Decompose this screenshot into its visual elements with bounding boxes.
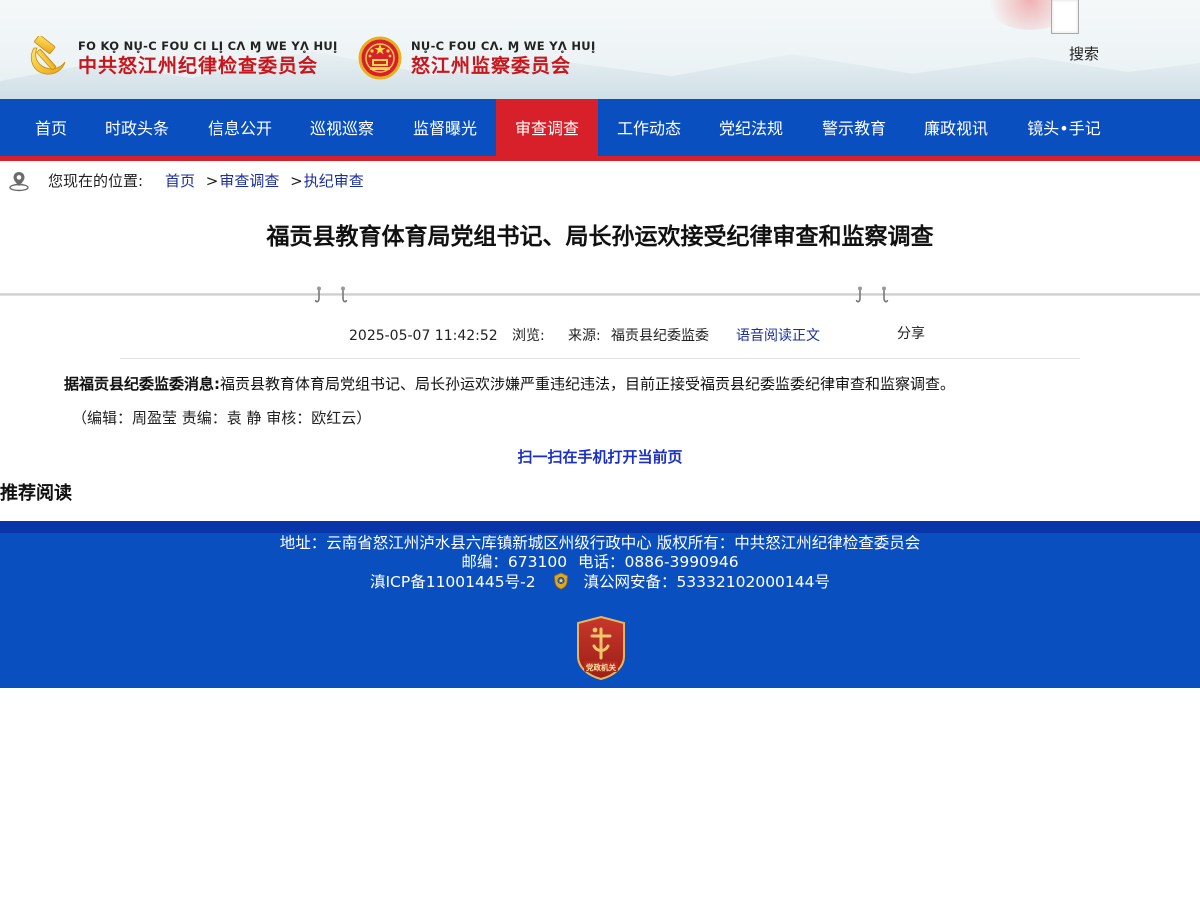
footer-top-band: [0, 521, 1200, 533]
nav-item-investigation[interactable]: 审查调查: [496, 99, 598, 159]
article-datetime: 2025-05-07 11:42:52: [349, 328, 498, 344]
article-source: 福贡县纪委监委: [611, 328, 709, 344]
breadcrumb-separator: >: [290, 172, 303, 190]
editor-credits: （编辑：周盈莹 责编：袁 静 审核：欧红云）: [72, 409, 372, 427]
recommended-reading-heading: 推荐阅读: [0, 483, 72, 504]
article-body-text: 福贡县教育体育局党组书记、局长孙运欢涉嫌严重违纪违法，目前正接受福贡县纪委监委纪…: [220, 375, 956, 393]
title-rule-decoration: [0, 284, 1200, 308]
meta-divider: [120, 358, 1080, 359]
breadcrumb-separator: >: [205, 172, 219, 190]
nav-item-home[interactable]: 首页: [17, 99, 85, 159]
main-nav: 首页 时政头条 信息公开 巡视巡察 监督曝光 审查调查 工作动态 党纪法规 警示…: [0, 99, 1200, 161]
footer-contact-line: 邮编：673100 电话：0886-3990946: [0, 553, 1200, 572]
org2-latin-name: NU̥-C FOU CɅ. Ɱ WE YɅ̥ HUI̥: [411, 39, 596, 53]
nav-item-integrity-video[interactable]: 廉政视讯: [906, 99, 1006, 159]
footer-icp-link[interactable]: 滇ICP备11001445号-2: [370, 573, 536, 591]
nav-item-lens-notes[interactable]: 镜头•手记: [1009, 99, 1119, 159]
footer-postcode: 邮编：673100: [461, 553, 568, 571]
nav-item-headlines[interactable]: 时政头条: [87, 99, 187, 159]
search-input[interactable]: [1051, 0, 1079, 34]
site-header: FO KO̥ NU̥-C FOU CI LI̥ CɅ Ɱ WE YɅ̥ HUI̥…: [0, 0, 1200, 99]
hook-ornament-icon: [314, 286, 321, 303]
article-views-label: 浏览:: [512, 328, 545, 344]
breadcrumb-link-discipline-review[interactable]: 执纪审查: [304, 172, 364, 190]
national-emblem-icon: [358, 36, 402, 80]
nav-item-info-public[interactable]: 信息公开: [190, 99, 290, 159]
hook-ornament-icon: [341, 286, 348, 303]
footer-phone: 电话：0886-3990946: [578, 553, 739, 571]
article-lead: 据福贡县纪委监委消息:: [64, 375, 220, 393]
article-body: 据福贡县纪委监委消息:福贡县教育体育局党组书记、局长孙运欢涉嫌严重违纪违法，目前…: [64, 372, 1164, 396]
hammer-sickle-icon: [30, 36, 66, 75]
nav-item-warning-edu[interactable]: 警示教育: [804, 99, 904, 159]
nav-item-inspection[interactable]: 巡视巡察: [292, 99, 392, 159]
org2-chinese-name: 怒江州监察委员会: [411, 55, 572, 77]
breadcrumb-link-investigation[interactable]: 审查调查: [219, 172, 279, 190]
audio-read-link[interactable]: 语音阅读正文: [736, 325, 820, 347]
footer-police-record-link[interactable]: 滇公网安备：53332102000144号: [583, 573, 830, 591]
hook-ornament-icon: [855, 286, 862, 303]
footer-records-line: 滇ICP备11001445号-2 滇公网安备：53332102000144号: [0, 572, 1200, 592]
search-button[interactable]: 搜索: [1069, 43, 1099, 64]
footer-address: 地址：云南省怒江州泸水县六库镇新城区州级行政中心 版权所有：中共怒江州纪律检查委…: [279, 534, 921, 552]
breadcrumb-prefix: 您现在的位置:: [48, 172, 144, 190]
article-source-label: 来源:: [568, 328, 601, 344]
qr-open-on-phone-link[interactable]: 扫一扫在手机打开当前页: [0, 446, 1200, 468]
share-button[interactable]: 分享: [897, 323, 925, 345]
hook-ornament-icon: [882, 286, 889, 303]
breadcrumb-links: 首页 >审查调查 >执纪审查: [165, 168, 364, 194]
nav-item-regulations[interactable]: 党纪法规: [701, 99, 801, 159]
article-title: 福贡县教育体育局党组书记、局长孙运欢接受纪律审查和监察调查: [266, 224, 934, 250]
nav-item-supervision[interactable]: 监督曝光: [395, 99, 495, 159]
breadcrumb-link-home[interactable]: 首页: [165, 172, 195, 190]
location-pin-icon: [9, 172, 29, 192]
badge-text: 党政机关: [586, 662, 616, 672]
party-government-badge-icon[interactable]: 党政机关: [575, 616, 627, 680]
nav-item-work-news[interactable]: 工作动态: [599, 99, 699, 159]
org1-chinese-name: 中共怒江州纪律检查委员会: [78, 55, 319, 77]
org2-name-block: NU̥-C FOU CɅ. Ɱ WE YɅ̥ HUI̥ 怒江州监察委员会: [411, 40, 596, 79]
org1-latin-name: FO KO̥ NU̥-C FOU CI LI̥ CɅ Ɱ WE YɅ̥ HUI̥: [78, 39, 338, 53]
site-footer: 地址：云南省怒江州泸水县六库镇新城区州级行政中心 版权所有：中共怒江州纪律检查委…: [0, 521, 1200, 688]
breadcrumb: 您现在的位置: 首页 >审查调查 >执纪审查: [0, 168, 1200, 194]
police-badge-icon: [553, 572, 568, 590]
org1-name-block: FO KO̥ NU̥-C FOU CI LI̥ CɅ Ɱ WE YɅ̥ HUI̥…: [78, 40, 338, 79]
